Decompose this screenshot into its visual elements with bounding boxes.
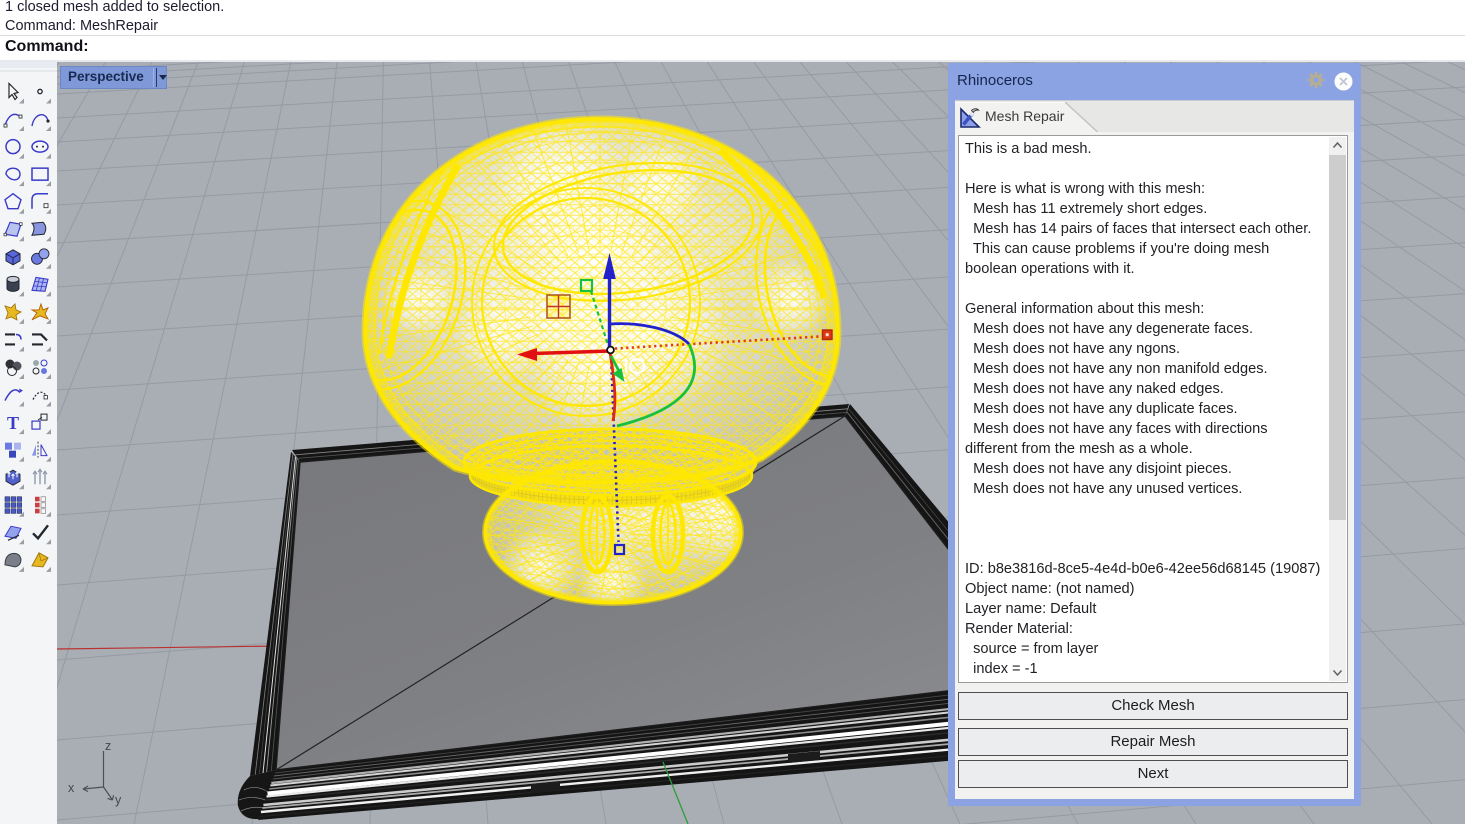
svg-text:z: z	[105, 739, 111, 753]
svg-text:y: y	[115, 793, 122, 807]
svg-text:x: x	[68, 781, 75, 795]
svg-text:T: T	[7, 413, 19, 433]
